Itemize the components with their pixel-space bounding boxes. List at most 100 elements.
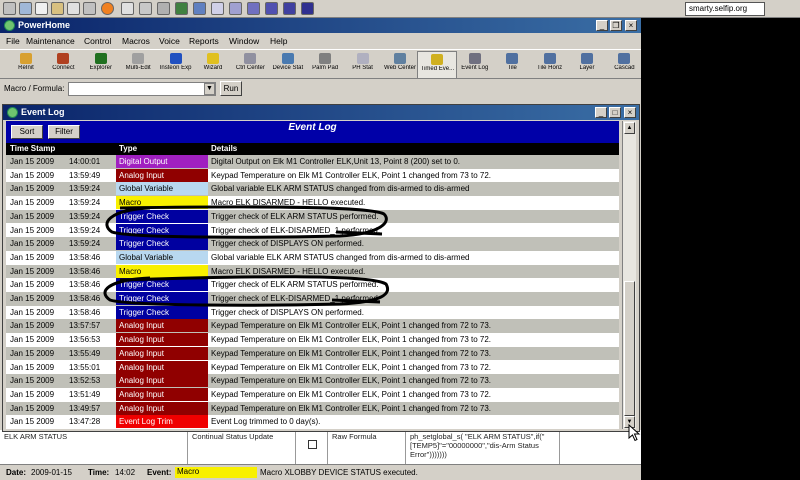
menu-bar: File Maintenance Control Macros Voice Re…	[0, 33, 641, 49]
menu-macros[interactable]: Macros	[122, 36, 150, 46]
restore-icon[interactable]: ❐	[610, 20, 622, 31]
chevron-down-icon[interactable]: ▼	[204, 83, 215, 95]
row-time: 13:59:24	[69, 184, 101, 194]
explorer-icon	[94, 53, 107, 64]
menu-window[interactable]: Window	[229, 36, 259, 46]
menu-control[interactable]: Control	[84, 36, 111, 46]
toolbar-button-device-stat[interactable]: Device Stat	[268, 51, 308, 79]
scroll-up-icon[interactable]: ▲	[624, 122, 635, 134]
folder-icon[interactable]	[83, 2, 96, 15]
app-icon-1[interactable]	[211, 2, 224, 15]
table-row[interactable]: Jan 15 2009 13:58:46 Trigger Check Trigger …	[6, 305, 619, 320]
event-log-title-bar[interactable]: Event Log	[3, 105, 639, 120]
tools-icon[interactable]	[51, 2, 64, 15]
table-row[interactable]: Jan 15 2009 13:56:53 Analog Input Keypad Te…	[6, 333, 619, 347]
table-row[interactable]: Jan 15 2009 13:57:57 Analog Input Keypad Te…	[6, 319, 619, 334]
close-icon[interactable]: ×	[624, 107, 636, 118]
table-row[interactable]: Jan 15 2009 13:58:46 Trigger Check Trigger …	[6, 292, 619, 306]
grid-cell[interactable]: Raw Formula	[328, 430, 406, 464]
toolbar-button-web-center[interactable]: Web Center	[380, 51, 420, 79]
display-icon[interactable]	[157, 2, 170, 15]
toolbar-button-connect[interactable]: Connect	[43, 51, 83, 79]
app-icon-4[interactable]	[265, 2, 278, 15]
grid-cell[interactable]: ph_setglobal_s( "ELK ARM STATUS",if("[TE…	[406, 430, 560, 464]
minimize-icon[interactable]: _	[595, 107, 607, 118]
menu-voice[interactable]: Voice	[159, 36, 180, 46]
maximize-icon[interactable]: □	[609, 107, 621, 118]
toolbar-button-wizard[interactable]: Wizard	[193, 51, 233, 79]
vertical-scrollbar[interactable]: ▲ ▼	[622, 121, 636, 429]
table-row[interactable]: Jan 15 2009 13:59:24 Global Variable Global…	[6, 182, 619, 197]
column-header-timestamp[interactable]: Time Stamp	[10, 144, 55, 153]
app-icon-5[interactable]	[283, 2, 296, 15]
row-details: Trigger check of ELK-DISARMED_1 performe…	[211, 294, 381, 303]
table-row[interactable]: Jan 15 2009 13:51:49 Analog Input Keypad Te…	[6, 387, 619, 402]
desktop-icon[interactable]	[19, 2, 32, 15]
toolbar-button-multi-edit[interactable]: Multi-Edit	[118, 51, 158, 79]
toolbar-button-tile-horiz[interactable]: Tile Horiz	[530, 51, 570, 79]
toolbar-button-ph-stat[interactable]: PH Stat	[343, 51, 383, 79]
time-label: Time:	[88, 468, 110, 477]
menu-help[interactable]: Help	[270, 36, 287, 46]
grid-cell[interactable]: Continual Status Update	[188, 430, 296, 464]
window-icon[interactable]	[3, 2, 16, 15]
url-field[interactable]: smarty.selfip.org	[685, 2, 765, 16]
menu-reports[interactable]: Reports	[189, 36, 219, 46]
table-row[interactable]: Jan 15 2009 13:58:46 Macro Macro ELK DISARM…	[6, 264, 619, 279]
alert-icon[interactable]	[101, 2, 114, 15]
toolbar-button-layer[interactable]: Layer	[567, 51, 607, 79]
table-row[interactable]: Jan 15 2009 13:55:49 Analog Input Keypad Te…	[6, 346, 619, 361]
app-title-bar[interactable]: PowerHome	[0, 18, 641, 33]
toolbar-button-label: Palm Pad	[312, 65, 339, 71]
checkbox[interactable]	[308, 440, 317, 449]
grid-cell[interactable]: ELK ARM STATUS	[0, 430, 188, 464]
table-row[interactable]: Jan 15 2009 13:47:28 Event Log Trim Event L…	[6, 415, 619, 429]
app-icon-6[interactable]	[301, 2, 314, 15]
close-window-icon[interactable]	[121, 2, 134, 15]
fullscreen-icon[interactable]	[139, 2, 152, 15]
row-details: Keypad Temperature on Elk M1 Controller …	[211, 321, 492, 331]
row-time: 13:47:28	[69, 417, 101, 427]
app-icon-2[interactable]	[229, 2, 242, 15]
table-row[interactable]: Jan 15 2009 14:00:01 Digital Output Digital…	[6, 155, 619, 169]
row-details: Trigger check of ELK ARM STATUS performe…	[211, 211, 379, 221]
computer-icon[interactable]	[67, 2, 80, 15]
column-header-details[interactable]: Details	[211, 144, 237, 153]
app-icon-3[interactable]	[247, 2, 260, 15]
toolbar-button-tile[interactable]: Tile	[492, 51, 532, 79]
menu-maintenance[interactable]: Maintenance	[26, 36, 75, 46]
run-button[interactable]: Run	[220, 81, 242, 96]
toolbar-button-ctrl-center[interactable]: Ctrl Center	[230, 51, 270, 79]
row-time: 13:58:46	[69, 307, 101, 317]
minimize-icon[interactable]: _	[596, 20, 608, 31]
table-row[interactable]: Jan 15 2009 13:59:24 Trigger Check Trigger …	[6, 237, 619, 251]
toolbar-button-explorer[interactable]: Explorer	[81, 51, 121, 79]
toolbar-button-cascad[interactable]: Cascad	[604, 51, 644, 79]
table-row[interactable]: Jan 15 2009 13:58:46 Global Variable Global…	[6, 250, 619, 265]
table-row[interactable]: Jan 15 2009 13:58:46 Trigger Check Trigger …	[6, 278, 619, 292]
table-row[interactable]: Jan 15 2009 13:49:57 Analog Input Keypad Te…	[6, 401, 619, 416]
table-row[interactable]: Jan 15 2009 13:52:53 Analog Input Keypad Te…	[6, 374, 619, 388]
toolbar-button-palm-pad[interactable]: Palm Pad	[305, 51, 345, 79]
grid-checkbox-cell[interactable]	[296, 430, 328, 464]
close-icon[interactable]	[35, 2, 48, 15]
close-icon[interactable]: ×	[625, 20, 637, 31]
table-row[interactable]: Jan 15 2009 13:55:01 Analog Input Keypad Te…	[6, 360, 619, 375]
column-header-type[interactable]: Type	[119, 144, 137, 153]
toolbar-button-timed-eve[interactable]: Timed Eve...	[417, 51, 458, 79]
scroll-thumb[interactable]	[624, 281, 635, 416]
settings-icon[interactable]	[193, 2, 206, 15]
toolbar-button-event-log[interactable]: Event Log	[455, 51, 495, 79]
toolbar-button-insteon-exp[interactable]: Insteon Exp	[156, 51, 196, 79]
row-time: 13:56:53	[69, 335, 101, 345]
menu-file[interactable]: File	[6, 36, 20, 46]
table-row[interactable]: Jan 15 2009 13:59:49 Analog Input Keypad Te…	[6, 168, 619, 183]
row-time: 13:51:49	[69, 389, 101, 399]
row-type-badge: Analog Input	[116, 346, 208, 360]
table-row[interactable]: Jan 15 2009 13:59:24 Trigger Check Trigger …	[6, 209, 619, 224]
table-row[interactable]: Jan 15 2009 13:59:24 Trigger Check Trigger …	[6, 223, 619, 238]
table-row[interactable]: Jan 15 2009 13:59:24 Macro Macro ELK DISARM…	[6, 196, 619, 210]
formula-input[interactable]	[68, 82, 216, 96]
toolbar-button-reinit[interactable]: ReInit	[6, 51, 46, 79]
network-icon[interactable]	[175, 2, 188, 15]
